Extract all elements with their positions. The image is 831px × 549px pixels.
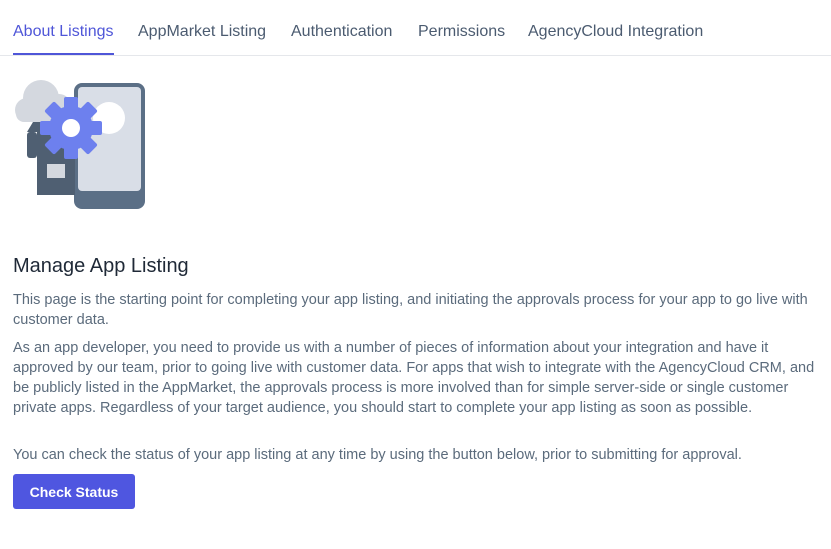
check-status-button[interactable]: Check Status [13,474,135,509]
tab-bar: About Listings AppMarket Listing Authent… [0,0,831,56]
tab-appmarket-listing[interactable]: AppMarket Listing [138,21,266,43]
app-listing-page: About Listings AppMarket Listing Authent… [0,0,831,549]
intro-paragraph: This page is the starting point for comp… [13,292,808,328]
page-heading: Manage App Listing [13,255,189,277]
status-hint-paragraph: You can check the status of your app lis… [13,447,742,463]
tab-permissions[interactable]: Permissions [418,21,505,43]
tab-about-listings[interactable]: About Listings [13,21,114,43]
details-paragraph: As an app developer, you need to provide… [13,340,815,416]
tab-authentication[interactable]: Authentication [291,21,392,43]
app-listing-illustration [13,76,149,212]
tab-agencycloud-integration[interactable]: AgencyCloud Integration [528,21,703,43]
active-tab-indicator [13,53,114,55]
gear-icon [40,97,102,159]
